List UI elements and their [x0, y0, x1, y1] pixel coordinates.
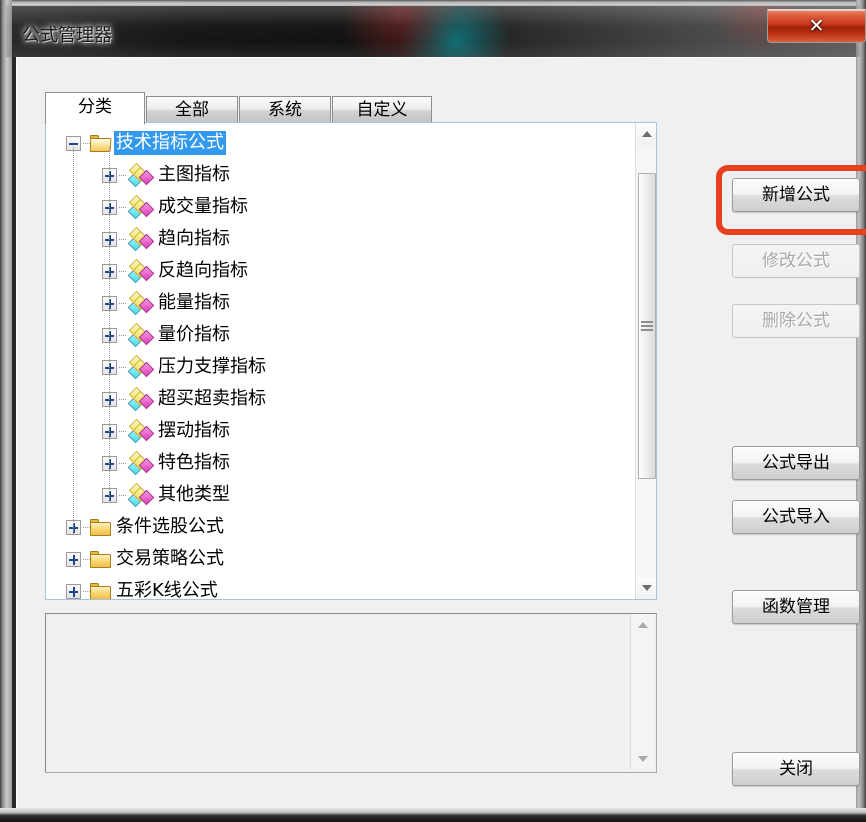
tree-scrollbar-thumb[interactable]: [638, 173, 656, 479]
formula-category-icon: [127, 482, 155, 508]
tree-connector-line: [119, 303, 127, 304]
formula-category-icon: [127, 226, 155, 252]
tree-item-label: 五彩K线公式: [116, 580, 218, 599]
tree-item[interactable]: 压力支撑指标: [46, 351, 635, 383]
tab-0[interactable]: 分类: [45, 92, 145, 125]
window-frame-bottom: [0, 808, 866, 822]
folder-icon: [90, 583, 111, 599]
tree-connector-line: [119, 367, 127, 368]
tree-connector-line: [119, 271, 127, 272]
tree-item[interactable]: 量价指标: [46, 319, 635, 351]
window-close-icon: ✕: [808, 15, 825, 37]
tree-vertical-scrollbar[interactable]: [635, 123, 656, 599]
tree-item[interactable]: 技术指标公式: [46, 127, 635, 159]
tree-connector-line: [119, 335, 127, 336]
folder-icon: [90, 519, 111, 536]
tree-item[interactable]: 特色指标: [46, 447, 635, 479]
tree-item-label: 反趋向指标: [158, 260, 248, 281]
folder-body: [90, 554, 111, 568]
formula-category-icon: [127, 418, 155, 444]
description-scroll-down-button[interactable]: [631, 748, 654, 770]
tree-item-label: 技术指标公式: [114, 131, 226, 155]
tree-item[interactable]: 趋向指标: [46, 223, 635, 255]
tree-item-label: 特色指标: [158, 452, 230, 473]
chevron-down-icon: [642, 585, 652, 591]
tree-connector-line: [119, 399, 127, 400]
formula-category-icon: [127, 162, 155, 188]
description-vertical-scrollbar[interactable]: [630, 614, 654, 770]
add-formula-button[interactable]: 新增公式: [732, 178, 860, 212]
tree-item-label: 其他类型: [158, 484, 230, 505]
category-tabstrip: 分类 全部 系统 自定义: [45, 92, 645, 125]
window-close-button[interactable]: ✕: [767, 9, 866, 43]
tree-item-label: 超买超卖指标: [158, 388, 266, 409]
tree-item-label: 主图指标: [158, 164, 230, 185]
tree-item-label: 能量指标: [158, 292, 230, 313]
tree-connector-line: [119, 239, 127, 240]
chevron-up-icon: [637, 622, 648, 628]
tree-connector-line: [119, 495, 127, 496]
tree-item-label: 条件选股公式: [116, 516, 224, 537]
tree-connector-line: [119, 207, 127, 208]
formula-category-icon: [127, 194, 155, 220]
window-title: 公式管理器: [22, 25, 112, 46]
tree-item[interactable]: 反趋向指标: [46, 255, 635, 287]
function-manager-button[interactable]: 函数管理: [732, 590, 860, 624]
delete-formula-button: 删除公式: [732, 304, 860, 338]
tree-item-label: 压力支撑指标: [158, 356, 266, 377]
formula-category-icon: [127, 386, 155, 412]
tree-guide-line: [109, 147, 110, 501]
folder-body: [90, 522, 111, 536]
tree-expand-icon[interactable]: [66, 552, 81, 567]
tree-scroll-down-button[interactable]: [636, 577, 656, 599]
close-dialog-button[interactable]: 关闭: [732, 752, 860, 786]
formula-category-icon: [127, 290, 155, 316]
folder-icon: [90, 551, 111, 568]
formula-manager-window: 公式管理器 ✕ 分类 全部 系统 自定义 技术指标公式主图指标成交量指标趋向指标反趋向…: [0, 0, 866, 822]
tree-guide-line: [73, 147, 74, 535]
tree-connector-line: [119, 175, 127, 176]
tree-connector-line: [119, 431, 127, 432]
tree-item-label: 量价指标: [158, 324, 230, 345]
tree-item[interactable]: 能量指标: [46, 287, 635, 319]
formula-description-panel[interactable]: [45, 613, 657, 773]
formula-category-icon: [127, 258, 155, 284]
tree-scroll-up-button[interactable]: [636, 123, 656, 145]
formula-tree-panel[interactable]: 技术指标公式主图指标成交量指标趋向指标反趋向指标能量指标量价指标压力支撑指标 超买…: [45, 122, 657, 600]
tree-item[interactable]: 交易策略公式: [46, 543, 635, 575]
tree-item-label: 成交量指标: [158, 196, 248, 217]
tree-item[interactable]: 超买超卖指标: [46, 383, 635, 415]
import-formula-button[interactable]: 公式导入: [732, 500, 860, 534]
tree-expand-icon[interactable]: [66, 584, 81, 599]
tree-item-label: 趋向指标: [158, 228, 230, 249]
chevron-up-icon: [642, 131, 652, 137]
dialog-client-area: 分类 全部 系统 自定义 技术指标公式主图指标成交量指标趋向指标反趋向指标能量指标量价…: [16, 57, 866, 808]
title-bar[interactable]: 公式管理器 ✕: [6, 5, 866, 57]
tab-3[interactable]: 自定义: [332, 96, 432, 124]
tree-item[interactable]: 摆动指标: [46, 415, 635, 447]
tree-item[interactable]: 成交量指标: [46, 191, 635, 223]
formula-category-icon: [127, 450, 155, 476]
tab-1[interactable]: 全部: [146, 96, 238, 124]
formula-category-icon: [127, 354, 155, 380]
formula-category-icon: [127, 322, 155, 348]
tree-connector-line: [119, 463, 127, 464]
edit-formula-button: 修改公式: [732, 244, 860, 278]
window-frame-left: [0, 0, 12, 822]
formula-tree[interactable]: 技术指标公式主图指标成交量指标趋向指标反趋向指标能量指标量价指标压力支撑指标 超买…: [46, 123, 635, 599]
tree-item[interactable]: 五彩K线公式: [46, 575, 635, 599]
window-frame-right: [856, 0, 866, 822]
tree-item[interactable]: 条件选股公式: [46, 511, 635, 543]
description-scroll-up-button[interactable]: [631, 614, 654, 636]
grip-icon: [641, 321, 653, 331]
folder-open-icon: [89, 135, 112, 152]
tab-2[interactable]: 系统: [239, 96, 331, 124]
chevron-down-icon: [637, 756, 648, 762]
folder-body: [90, 586, 111, 599]
tree-item-label: 交易策略公式: [116, 548, 224, 569]
tree-item[interactable]: 主图指标: [46, 159, 635, 191]
tree-item-label: 摆动指标: [158, 420, 230, 441]
export-formula-button[interactable]: 公式导出: [732, 446, 860, 480]
tree-item[interactable]: 其他类型: [46, 479, 635, 511]
